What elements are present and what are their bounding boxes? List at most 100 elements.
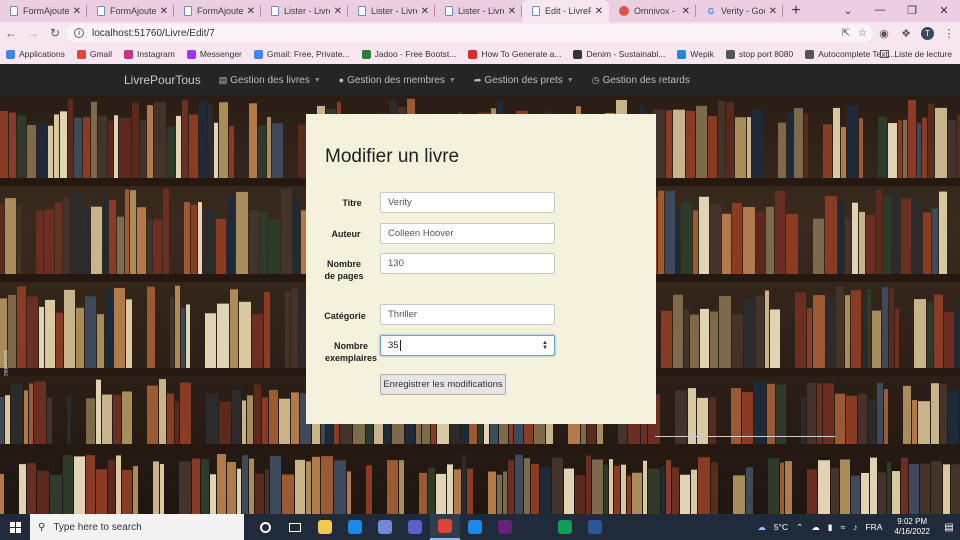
bookmark-star-icon[interactable]: ☆	[858, 28, 867, 39]
tray-chevron-icon[interactable]: ⌃	[796, 522, 803, 533]
nav-item[interactable]: ➦ Gestion des prets ▼	[474, 75, 574, 86]
book-spine	[140, 120, 146, 178]
taskbar-app[interactable]	[460, 514, 490, 540]
bookmark-label: How To Generate a...	[481, 49, 562, 59]
share-icon[interactable]: ⇱	[842, 28, 850, 39]
minimize-icon[interactable]: —	[864, 0, 896, 20]
bookmark-item[interactable]: Instagram	[124, 49, 175, 59]
category-input[interactable]: Thriller	[380, 304, 555, 325]
tab-close-icon[interactable]: ✕	[682, 6, 690, 17]
language-indicator[interactable]: FRA	[865, 522, 882, 532]
new-tab-icon[interactable]: +	[783, 0, 809, 22]
volume-icon[interactable]: ♪	[853, 522, 857, 532]
taskbar-app[interactable]	[280, 514, 310, 540]
divider-line	[655, 436, 835, 437]
save-changes-button[interactable]: Enregistrer les modifications	[380, 374, 506, 395]
author-input[interactable]: Colleen Hoover	[380, 223, 555, 244]
taskbar-app[interactable]	[610, 514, 640, 540]
tab-close-icon[interactable]: ✕	[73, 6, 81, 17]
nav-item[interactable]: ● Gestion des membres ▼	[339, 75, 456, 86]
camera-icon[interactable]: ◉	[873, 27, 895, 40]
tab-title: FormAjouterPr	[197, 6, 243, 16]
book-spine	[833, 107, 840, 178]
start-button[interactable]	[0, 514, 30, 540]
forward-icon[interactable]: →	[22, 22, 44, 44]
taskbar-app[interactable]	[490, 514, 520, 540]
tab-close-icon[interactable]: ✕	[421, 6, 429, 17]
bookmark-item[interactable]: Wepik	[677, 49, 714, 59]
taskbar-app[interactable]	[580, 514, 610, 540]
bookmark-item[interactable]: Denim - Sustainabl...	[573, 49, 665, 59]
reading-list[interactable]: Liste de lecture	[880, 44, 952, 64]
taskbar-app[interactable]	[550, 514, 580, 540]
cloud-icon[interactable]: ☁	[811, 522, 820, 533]
taskbar-app[interactable]	[370, 514, 400, 540]
site-brand[interactable]: LivrePourTous	[124, 73, 201, 87]
wifi-icon[interactable]: ≈	[840, 522, 845, 532]
reload-icon[interactable]: ↻	[44, 22, 66, 44]
browser-tab[interactable]: Edit - LivrePo ✕	[522, 0, 609, 22]
maximize-icon[interactable]: ❐	[896, 0, 928, 20]
notification-icon[interactable]: ▤	[938, 522, 960, 533]
book-spine	[621, 464, 626, 514]
battery-icon[interactable]: ▮	[828, 522, 833, 533]
taskbar-clock[interactable]: 9:02 PM 4/16/2022	[894, 517, 930, 537]
tab-close-icon[interactable]: ✕	[247, 6, 255, 17]
bookmark-item[interactable]: stop port 8080	[725, 49, 793, 59]
book-spine	[503, 471, 507, 514]
taskbar-search[interactable]: ⚲ Type here to search	[30, 514, 244, 540]
bookmark-item[interactable]: Gmail: Free, Private...	[253, 49, 350, 59]
book-spine	[693, 210, 698, 274]
copies-input[interactable]: 35 ▲ ▼	[380, 335, 555, 356]
book-spine	[823, 383, 834, 444]
book-spine	[37, 470, 49, 514]
close-window-icon[interactable]: ✕	[928, 0, 960, 20]
tab-close-icon[interactable]: ✕	[160, 6, 168, 17]
tab-search-icon[interactable]: ⌄	[832, 0, 864, 20]
browser-tab[interactable]: Lister - LivreP ✕	[435, 0, 522, 22]
browser-tab[interactable]: FormAjouterPr ✕	[87, 0, 174, 22]
site-info-icon[interactable]: i	[74, 28, 84, 38]
back-icon[interactable]: ←	[0, 22, 22, 44]
pages-input[interactable]: 130	[380, 253, 555, 274]
nav-item[interactable]: ▤ Gestion des livres ▼	[219, 75, 321, 86]
title-input[interactable]: Verity	[380, 192, 555, 213]
book-spine	[96, 469, 107, 514]
taskbar-app[interactable]	[250, 514, 280, 540]
address-url[interactable]: localhost:51760/Livre/Edit/7	[92, 28, 215, 39]
taskbar-app[interactable]	[400, 514, 430, 540]
book-spine	[719, 296, 731, 368]
taskbar-app[interactable]	[310, 514, 340, 540]
book-spine	[801, 397, 806, 444]
browser-tab[interactable]: Omnivox - Léa ✕	[609, 0, 696, 22]
book-spine	[217, 303, 229, 368]
taskbar-app[interactable]	[520, 514, 550, 540]
profile-avatar[interactable]: T	[921, 26, 934, 40]
bookmark-item[interactable]: Gmail	[76, 49, 112, 59]
browser-tab[interactable]: G Verity - Googl ✕	[696, 0, 783, 22]
tab-close-icon[interactable]: ✕	[334, 6, 342, 17]
bookmark-item[interactable]: How To Generate a...	[468, 49, 561, 59]
browser-tab[interactable]: Lister - LivreP ✕	[261, 0, 348, 22]
browser-tab[interactable]: Lister - LivreP ✕	[348, 0, 435, 22]
tab-close-icon[interactable]: ✕	[508, 6, 516, 17]
bookmark-item[interactable]: Jadoo - Free Bootst...	[361, 49, 456, 59]
address-bar[interactable]: i localhost:51760/Livre/Edit/7 ⇱ ☆	[66, 24, 873, 42]
bookmark-item[interactable]: Applications	[6, 49, 65, 59]
number-spinner-icon[interactable]: ▲ ▼	[542, 340, 548, 351]
extensions-icon[interactable]: ❖	[895, 27, 917, 40]
bookmark-item[interactable]: Messenger	[186, 49, 242, 59]
menu-kebab-icon[interactable]: ⋮	[938, 27, 960, 40]
clock-date: 4/16/2022	[894, 527, 930, 536]
tab-close-icon[interactable]: ✕	[595, 6, 603, 17]
book-spine	[47, 397, 52, 444]
browser-tab[interactable]: FormAjouterPr ✕	[0, 0, 87, 22]
taskbar-app[interactable]	[430, 514, 460, 540]
browser-tab[interactable]: FormAjouterPr ✕	[174, 0, 261, 22]
weather-temp[interactable]: 5°C	[774, 522, 788, 532]
gmail-icon	[76, 49, 86, 59]
weather-icon[interactable]: ☁	[757, 522, 766, 533]
nav-item[interactable]: ◷ Gestion des retards	[592, 75, 690, 86]
taskbar-app[interactable]	[340, 514, 370, 540]
tab-close-icon[interactable]: ✕	[769, 6, 777, 17]
